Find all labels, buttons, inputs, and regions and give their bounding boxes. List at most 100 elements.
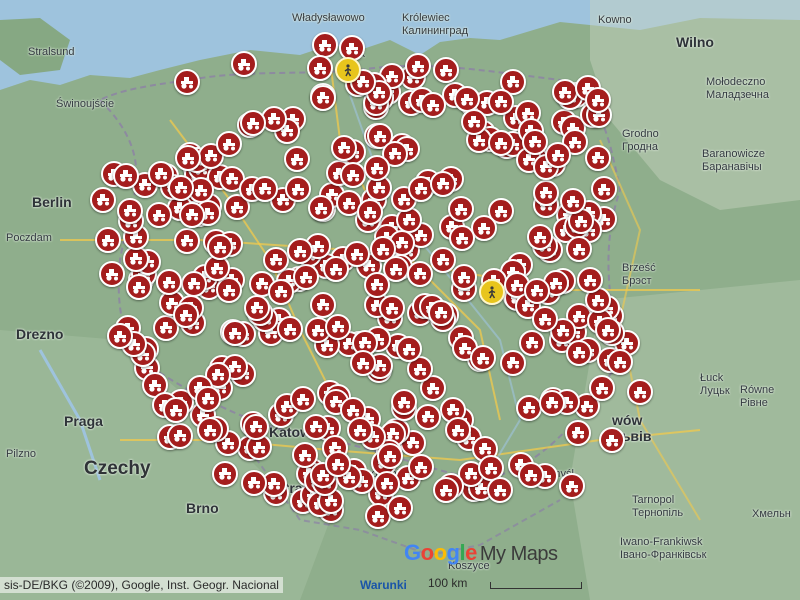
tractor-marker[interactable] [565, 419, 591, 446]
tractor-marker[interactable] [174, 227, 201, 254]
tractor-marker[interactable] [307, 195, 334, 222]
tractor-marker[interactable] [252, 175, 279, 202]
tractor-marker[interactable] [390, 389, 417, 416]
tractor-marker[interactable] [156, 269, 183, 296]
tractor-marker[interactable] [427, 299, 454, 326]
map-viewport[interactable]: Władysławowo Królewiec Калининград Kowno Wil… [0, 0, 800, 600]
tractor-marker[interactable] [324, 313, 351, 340]
tractor-marker[interactable] [241, 469, 268, 496]
tractor-marker[interactable] [243, 294, 270, 321]
tractor-marker[interactable] [167, 174, 194, 201]
tractor-marker[interactable] [239, 110, 266, 137]
tractor-marker[interactable] [470, 215, 497, 242]
tractor-marker[interactable] [415, 403, 442, 430]
tractor-marker[interactable] [551, 79, 578, 105]
tractor-marker[interactable] [405, 53, 431, 79]
tractor-marker[interactable] [99, 261, 125, 287]
tractor-marker[interactable] [324, 451, 351, 478]
tractor-marker[interactable] [377, 443, 403, 469]
tractor-marker[interactable] [448, 196, 474, 223]
tractor-marker[interactable] [283, 146, 310, 173]
tractor-marker[interactable] [387, 495, 413, 521]
tractor-marker[interactable] [378, 295, 405, 321]
tractor-marker[interactable] [523, 277, 550, 304]
tractor-marker[interactable] [430, 170, 456, 197]
tractor-marker[interactable] [565, 339, 592, 366]
tractor-marker[interactable] [499, 349, 526, 376]
tractor-marker[interactable] [263, 246, 290, 273]
tractor-marker[interactable] [461, 108, 487, 135]
tractor-marker[interactable] [627, 379, 653, 405]
pedestrian-marker[interactable] [479, 279, 505, 305]
tractor-marker[interactable] [163, 397, 189, 423]
tractor-marker[interactable] [231, 51, 257, 77]
tractor-marker[interactable] [364, 271, 391, 298]
pedestrian-marker[interactable] [335, 57, 361, 83]
tractor-marker[interactable] [419, 92, 446, 119]
tractor-marker[interactable] [595, 317, 621, 343]
city-label-stralsund: Stralsund [28, 46, 74, 59]
tractor-marker[interactable] [487, 477, 513, 503]
tractor-marker[interactable] [591, 176, 618, 203]
tractor-marker[interactable] [347, 417, 373, 443]
tractor-marker[interactable] [307, 55, 333, 81]
tractor-icon [427, 382, 440, 395]
tractor-marker[interactable] [174, 69, 200, 95]
tractor-marker[interactable] [585, 87, 611, 113]
terms-link[interactable]: Warunki [360, 578, 407, 592]
tractor-marker[interactable] [559, 473, 585, 499]
tractor-marker[interactable] [95, 227, 121, 253]
tractor-marker[interactable] [407, 454, 434, 481]
tractor-marker[interactable] [539, 389, 566, 416]
tractor-marker[interactable] [448, 225, 475, 252]
tractor-marker[interactable] [521, 128, 548, 155]
city-label-line: Хмельн [752, 508, 791, 520]
tractor-marker[interactable] [212, 460, 239, 487]
tractor-marker[interactable] [242, 413, 269, 440]
tractor-marker[interactable] [107, 323, 133, 349]
tractor-marker[interactable] [469, 345, 496, 372]
tractor-icon [592, 294, 604, 307]
tractor-icon [389, 263, 402, 276]
tractor-marker[interactable] [429, 246, 456, 273]
tractor-marker[interactable] [488, 88, 515, 115]
tractor-marker[interactable] [433, 57, 459, 83]
tractor-marker[interactable] [117, 197, 144, 224]
tractor-marker[interactable] [599, 427, 625, 453]
tractor-marker[interactable] [309, 291, 336, 318]
tractor-marker[interactable] [310, 84, 337, 111]
tractor-marker[interactable] [515, 394, 542, 421]
tractor-marker[interactable] [331, 134, 358, 161]
tractor-marker[interactable] [290, 386, 317, 412]
tractor-marker[interactable] [312, 32, 338, 58]
tractor-marker[interactable] [433, 477, 459, 503]
tractor-marker[interactable] [268, 278, 295, 305]
tractor-marker[interactable] [406, 260, 433, 287]
tractor-marker[interactable] [450, 264, 477, 291]
tractor-marker[interactable] [607, 349, 633, 375]
tractor-marker[interactable] [292, 264, 319, 291]
tractor-marker[interactable] [216, 277, 243, 303]
tractor-marker[interactable] [526, 224, 553, 251]
tractor-marker[interactable] [166, 422, 193, 449]
tractor-marker[interactable] [356, 199, 383, 226]
tractor-marker[interactable] [518, 329, 545, 356]
tractor-marker[interactable] [395, 336, 422, 362]
tractor-marker[interactable] [374, 470, 401, 497]
tractor-marker[interactable] [145, 202, 172, 229]
tractor-icon [426, 99, 439, 112]
tractor-marker[interactable] [577, 267, 603, 293]
tractor-marker[interactable] [90, 186, 117, 213]
tractor-marker[interactable] [303, 413, 329, 440]
tractor-marker[interactable] [349, 350, 376, 377]
tractor-marker[interactable] [206, 234, 233, 261]
tractor-marker[interactable] [113, 162, 140, 189]
tractor-marker[interactable] [178, 201, 205, 228]
city-label-tarnopol: Tarnopol Тернопіль [632, 494, 683, 520]
tractor-marker[interactable] [533, 179, 560, 206]
tractor-marker[interactable] [585, 144, 612, 171]
tractor-marker[interactable] [197, 417, 223, 443]
tractor-marker[interactable] [195, 385, 221, 412]
tractor-marker[interactable] [181, 270, 208, 297]
tractor-marker[interactable] [445, 417, 471, 443]
